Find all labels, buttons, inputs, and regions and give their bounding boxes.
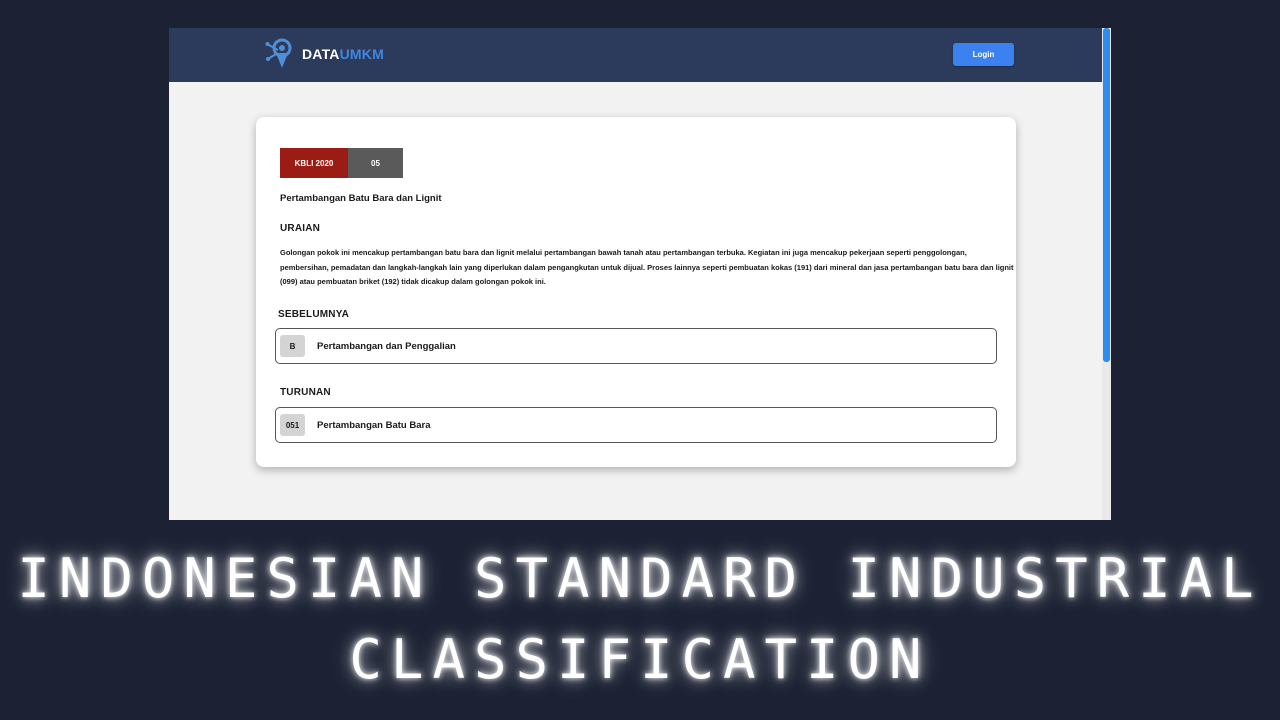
caption-line-2: CLASSIFICATION bbox=[349, 628, 931, 691]
previous-heading: SEBELUMNYA bbox=[278, 309, 350, 320]
kbli-detail-card: KBLI 2020 05 Pertambangan Batu Bara dan … bbox=[256, 117, 1016, 467]
child-item[interactable]: 051 Pertambangan Batu Bara bbox=[275, 407, 997, 443]
previous-item-label: Pertambangan dan Penggalian bbox=[317, 340, 456, 352]
child-item-code: 051 bbox=[280, 414, 305, 436]
brand-name-part2: UMKM bbox=[339, 46, 384, 62]
kbli-code: 05 bbox=[348, 148, 403, 178]
brand-name: DATAUMKM bbox=[302, 46, 384, 62]
uraian-heading: URAIAN bbox=[280, 223, 321, 234]
kbli-badge: KBLI 2020 05 bbox=[280, 148, 403, 178]
classification-title: Pertambangan Batu Bara dan Lignit bbox=[280, 193, 442, 204]
scrollbar-thumb[interactable] bbox=[1103, 28, 1110, 362]
navbar: DATAUMKM Login bbox=[169, 28, 1111, 82]
login-button[interactable]: Login bbox=[953, 43, 1014, 66]
uraian-description: Golongan pokok ini mencakup pertambangan… bbox=[280, 248, 1014, 286]
previous-item[interactable]: B Pertambangan dan Penggalian bbox=[275, 328, 997, 364]
children-heading: TURUNAN bbox=[280, 387, 331, 398]
brand-logo[interactable]: DATAUMKM bbox=[265, 38, 384, 70]
browser-viewport: DATAUMKM Login KBLI 2020 05 Pertambangan… bbox=[169, 28, 1111, 520]
location-pin-gear-icon bbox=[265, 38, 292, 68]
brand-name-part1: DATA bbox=[302, 46, 340, 62]
child-item-label: Pertambangan Batu Bara bbox=[317, 419, 431, 431]
previous-item-code: B bbox=[280, 335, 305, 357]
caption-line-1: INDONESIAN STANDARD INDUSTRIAL bbox=[17, 547, 1263, 610]
kbli-version-label: KBLI 2020 bbox=[280, 148, 348, 178]
